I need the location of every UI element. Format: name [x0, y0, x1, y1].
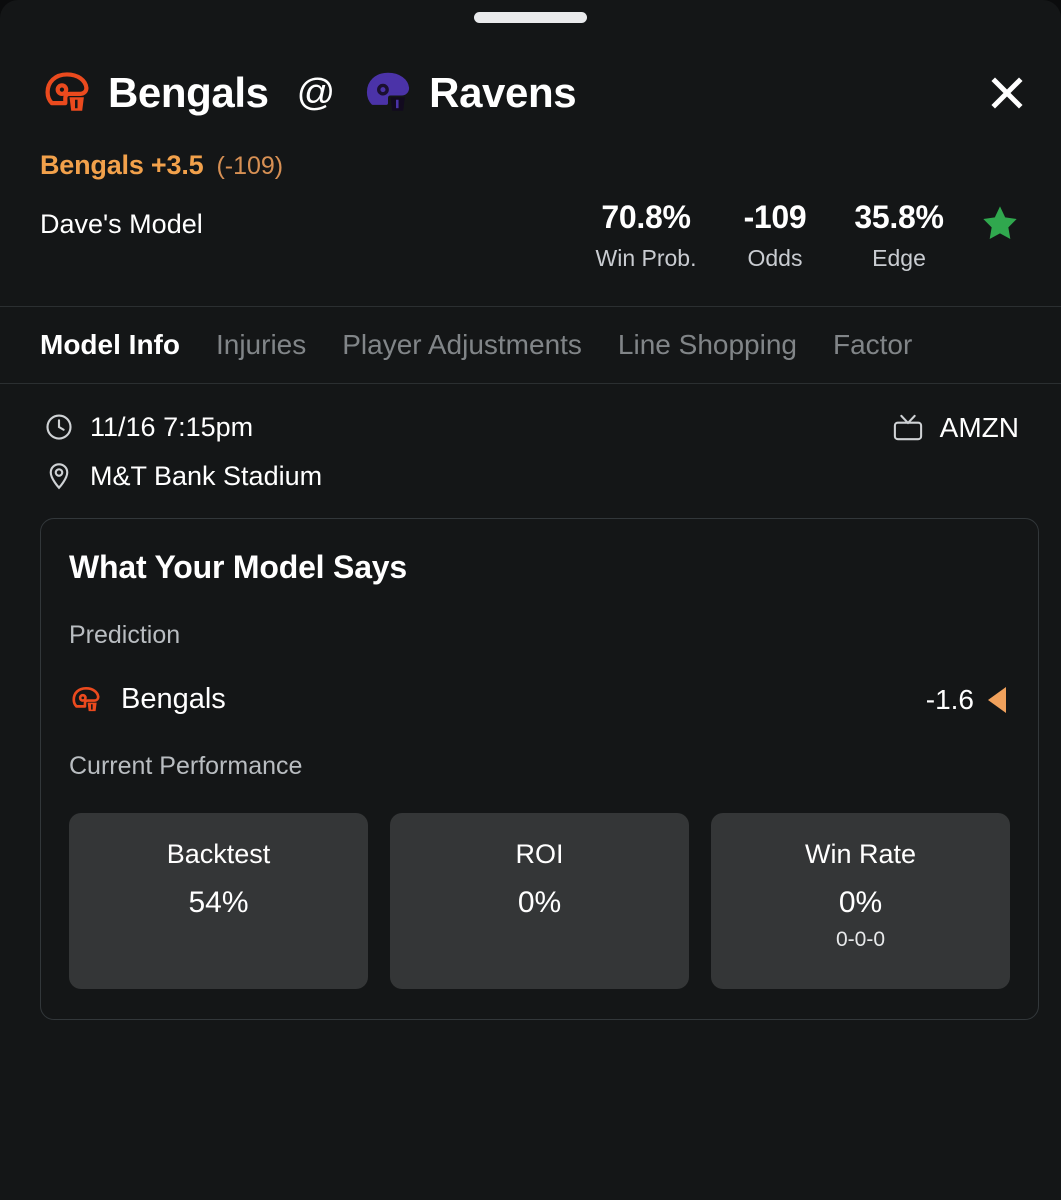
bengals-helmet-icon [72, 686, 100, 711]
pick-line[interactable]: Bengals +3.5 (-109) [0, 120, 1061, 181]
model-summary-row: Dave's Model 70.8% Win Prob. -109 Odds 3… [0, 181, 1061, 272]
game-meta: 11/16 7:15pm M&T Bank Stadium AMZN [0, 384, 1061, 492]
performance-record: 0-0-0 [835, 927, 886, 951]
performance-label: Backtest [166, 838, 271, 869]
stat-value: 35.8% [854, 199, 944, 235]
tab-bar[interactable]: Model Info Injuries Player Adjustments L… [0, 307, 1061, 383]
performance-label: Win Rate [804, 838, 917, 869]
performance-grid: Backtest 54% ROI 0% Win Rate 0% 0-0-0 [69, 812, 1010, 989]
tab-player-adjustments[interactable]: Player Adjustments [342, 329, 582, 361]
performance-label: ROI [515, 838, 564, 869]
prediction-value: -1.6 [925, 683, 974, 715]
performance-value: 54% [188, 885, 249, 919]
pick-selection: Bengals +3.5 [40, 150, 204, 180]
stat-win-probability: 70.8% Win Prob. [571, 199, 721, 272]
model-name: Dave's Model [40, 209, 203, 239]
prediction-team: Bengals [121, 683, 226, 716]
tv-icon [893, 414, 922, 440]
bengals-helmet-icon [45, 72, 89, 111]
stat-odds: -109 Odds [721, 199, 829, 272]
venue-row: M&T Bank Stadium [44, 461, 1031, 492]
sheet-drag-handle-area[interactable] [0, 0, 1061, 28]
ravens-helmet-icon [367, 72, 410, 111]
model-stats: 70.8% Win Prob. -109 Odds 35.8% Edge [571, 199, 1031, 272]
tab-factors[interactable]: Factor [833, 329, 912, 361]
home-team-name: Ravens [429, 69, 577, 116]
performance-label: Current Performance [69, 751, 303, 780]
stat-label: Win Prob. [595, 244, 697, 271]
tab-injuries[interactable]: Injuries [216, 329, 306, 361]
prediction-label: Prediction [69, 620, 181, 649]
clock-icon [46, 414, 72, 440]
edge-rating [969, 199, 1031, 243]
broadcast-network: AMZN [939, 411, 1019, 443]
game-datetime: 11/16 7:15pm [90, 411, 254, 442]
star-icon [983, 206, 1017, 239]
close-button[interactable] [983, 69, 1031, 117]
performance-card-backtest: Backtest 54% [69, 812, 368, 989]
game-time-row: 11/16 7:15pm [44, 412, 1031, 443]
performance-value: 0% [517, 885, 562, 919]
prediction-direction-icon [988, 686, 1006, 713]
performance-card-roi: ROI 0% [390, 812, 689, 989]
pick-odds: (-109) [216, 152, 284, 180]
stat-label: Edge [872, 244, 926, 271]
broadcast-row: AMZN [891, 412, 1019, 444]
tab-line-shopping[interactable]: Line Shopping [618, 329, 797, 361]
performance-value: 0% [838, 885, 883, 919]
tab-model-info[interactable]: Model Info [40, 329, 180, 361]
drag-handle[interactable] [474, 11, 587, 23]
card-title: What Your Model Says [69, 548, 407, 585]
game-detail-sheet: Bengals @ Ravens Bengals +3.5 (-109) Dav… [0, 0, 1061, 1200]
stat-value: 70.8% [601, 199, 691, 235]
stat-label: Odds [747, 244, 803, 271]
at-symbol: @ [296, 71, 336, 114]
away-team-name: Bengals [108, 69, 269, 116]
matchup-header: Bengals @ Ravens [0, 28, 1061, 120]
performance-card-win-rate: Win Rate 0% 0-0-0 [711, 812, 1010, 989]
close-icon [991, 77, 1023, 109]
location-pin-icon [49, 463, 69, 490]
stat-edge: 35.8% Edge [829, 199, 969, 272]
model-says-card: What Your Model Says Prediction Bengals … [40, 517, 1039, 1020]
prediction-row: Bengals -1.6 [69, 683, 1010, 717]
venue-name: M&T Bank Stadium [90, 460, 323, 491]
matchup-teams: Bengals @ Ravens [40, 66, 971, 120]
stat-value: -109 [743, 199, 807, 235]
